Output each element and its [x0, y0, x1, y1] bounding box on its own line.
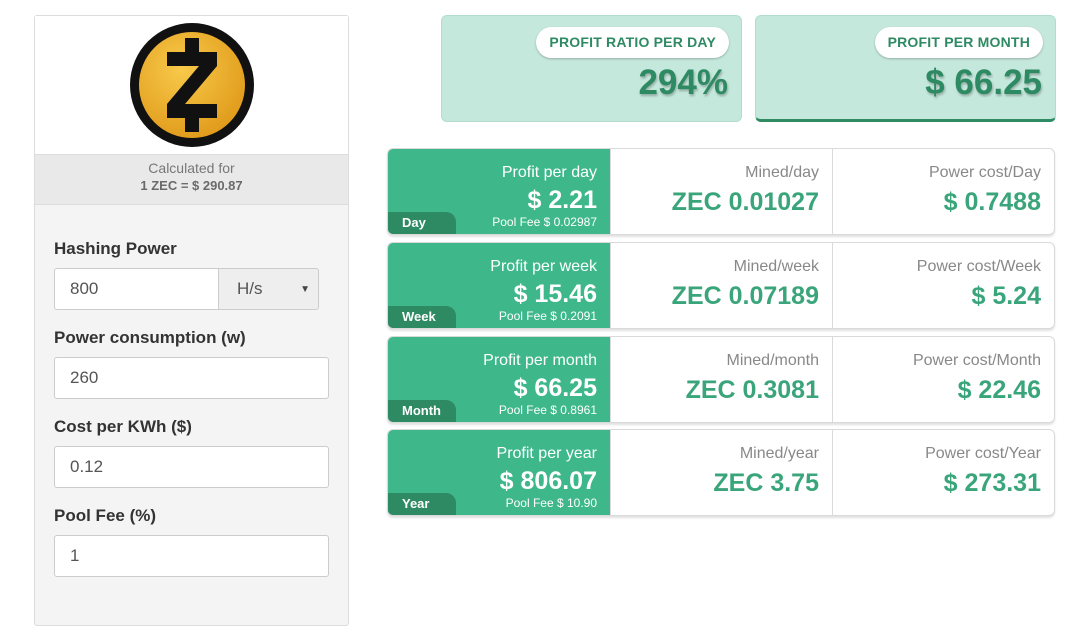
- mined-cell: Mined/month ZEC 0.3081: [610, 337, 832, 422]
- power-cost-label: Power cost/Month: [912, 352, 1041, 369]
- profit-month-label: PROFIT PER MONTH: [874, 27, 1043, 58]
- power-consumption-input[interactable]: [54, 357, 329, 399]
- mined-label: Mined/month: [726, 352, 820, 369]
- period-tab: Month: [388, 400, 456, 422]
- cost-per-kwh-field: Cost per KWh ($): [54, 417, 329, 488]
- power-cost-cell: Power cost/Month $ 22.46: [832, 337, 1054, 422]
- profit-month-value: $ 66.25: [925, 63, 1042, 102]
- profit-ratio-card: PROFIT RATIO PER DAY 294%: [441, 15, 742, 122]
- mined-value: ZEC 0.07189: [671, 282, 819, 310]
- profit-value: $ 806.07: [499, 467, 597, 495]
- profit-value: $ 66.25: [513, 374, 597, 402]
- period-tab: Day: [388, 212, 456, 234]
- mined-cell: Mined/day ZEC 0.01027: [610, 149, 832, 234]
- stats-row-year: Profit per year $ 806.07 Pool Fee $ 10.9…: [387, 429, 1055, 516]
- exchange-rate: 1 ZEC = $ 290.87: [140, 178, 243, 193]
- mined-label: Mined/year: [739, 445, 819, 462]
- chevron-down-icon: ▼: [300, 283, 310, 295]
- calculator-form: Hashing Power H/s ▼ Power consumption (w…: [35, 205, 348, 577]
- power-cost-value: $ 22.46: [957, 376, 1041, 404]
- hashing-power-label: Hashing Power: [54, 239, 177, 258]
- power-consumption-label: Power consumption (w): [54, 328, 246, 347]
- power-cost-label: Power cost/Week: [916, 258, 1041, 275]
- mined-label: Mined/week: [733, 258, 819, 275]
- pool-fee-field: Pool Fee (%): [54, 506, 329, 577]
- coin-logo-box: [35, 16, 348, 155]
- mined-cell: Mined/week ZEC 0.07189: [610, 243, 832, 328]
- stats-row-week: Profit per week $ 15.46 Pool Fee $ 0.209…: [387, 242, 1055, 329]
- mined-value: ZEC 3.75: [713, 469, 819, 497]
- profit-label: Profit per week: [490, 258, 597, 275]
- hashing-power-group: H/s ▼: [54, 268, 319, 310]
- calculator-panel: Calculated for 1 ZEC = $ 290.87 Hashing …: [34, 15, 349, 626]
- period-tab: Week: [388, 306, 456, 328]
- pool-fee-label: Pool Fee (%): [54, 506, 157, 525]
- power-cost-value: $ 0.7488: [943, 188, 1041, 216]
- hashrate-unit-value: H/s: [237, 279, 263, 298]
- profit-month-card: PROFIT PER MONTH $ 66.25: [755, 15, 1056, 122]
- cost-per-kwh-label: Cost per KWh ($): [54, 417, 192, 436]
- power-cost-label: Power cost/Day: [928, 164, 1041, 181]
- power-consumption-field: Power consumption (w): [54, 328, 329, 399]
- profit-cell: Profit per month $ 66.25 Pool Fee $ 0.89…: [388, 337, 610, 422]
- profit-value: $ 15.46: [513, 280, 597, 308]
- profit-ratio-value: 294%: [638, 63, 728, 102]
- profit-label: Profit per day: [501, 164, 597, 181]
- mined-value: ZEC 0.01027: [671, 188, 819, 216]
- power-cost-label: Power cost/Year: [925, 445, 1041, 462]
- mined-value: ZEC 0.3081: [685, 376, 819, 404]
- period-tab: Year: [388, 493, 456, 515]
- mined-cell: Mined/year ZEC 3.75: [610, 430, 832, 515]
- calculated-for-box: Calculated for 1 ZEC = $ 290.87: [35, 155, 348, 205]
- profit-label: Profit per month: [483, 352, 597, 369]
- hashing-power-input[interactable]: [54, 268, 219, 310]
- profit-ratio-label: PROFIT RATIO PER DAY: [536, 27, 729, 58]
- pool-fee-input[interactable]: [54, 535, 329, 577]
- power-cost-cell: Power cost/Week $ 5.24: [832, 243, 1054, 328]
- calculated-for-label: Calculated for: [148, 160, 235, 176]
- profit-label: Profit per year: [496, 445, 597, 462]
- profit-value: $ 2.21: [527, 186, 597, 214]
- stats-row-month: Profit per month $ 66.25 Pool Fee $ 0.89…: [387, 336, 1055, 423]
- zcash-logo-icon: [129, 23, 254, 147]
- hashrate-unit-select[interactable]: H/s ▼: [219, 268, 319, 310]
- profit-cell: Profit per day $ 2.21 Pool Fee $ 0.02987…: [388, 149, 610, 234]
- power-cost-value: $ 273.31: [943, 469, 1041, 497]
- mined-label: Mined/day: [745, 164, 819, 181]
- power-cost-value: $ 5.24: [971, 282, 1041, 310]
- profit-cell: Profit per year $ 806.07 Pool Fee $ 10.9…: [388, 430, 610, 515]
- cost-per-kwh-input[interactable]: [54, 446, 329, 488]
- stats-row-day: Profit per day $ 2.21 Pool Fee $ 0.02987…: [387, 148, 1055, 235]
- profit-cell: Profit per week $ 15.46 Pool Fee $ 0.209…: [388, 243, 610, 328]
- hashing-power-field: Hashing Power H/s ▼: [54, 239, 328, 310]
- power-cost-cell: Power cost/Day $ 0.7488: [832, 149, 1054, 234]
- power-cost-cell: Power cost/Year $ 273.31: [832, 430, 1054, 515]
